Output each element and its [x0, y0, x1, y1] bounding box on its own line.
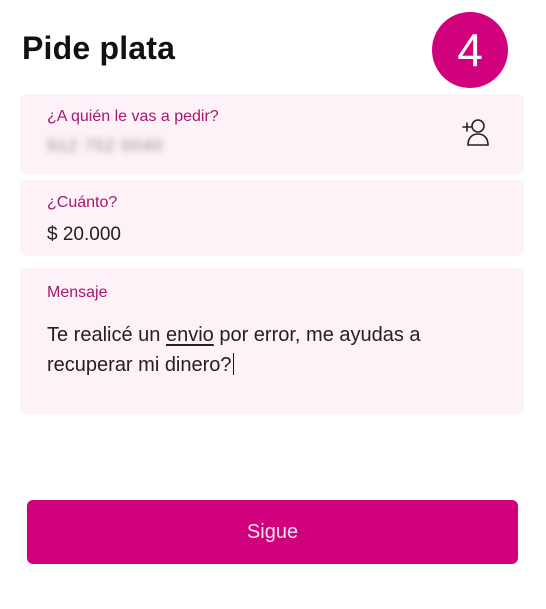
message-textarea[interactable]: Te realicé un envio por error, me ayudas… — [47, 320, 507, 380]
amount-value[interactable]: $ 20.000 — [47, 224, 121, 246]
message-text-start: Te realicé un — [47, 324, 166, 346]
recipient-label: ¿A quién le vas a pedir? — [47, 108, 219, 125]
amount-field[interactable]: ¿Cuánto? $ 20.000 — [20, 180, 524, 256]
text-cursor — [232, 353, 235, 375]
add-contact-icon — [462, 119, 489, 146]
message-label: Mensaje — [47, 284, 108, 301]
page-title: Pide plata — [22, 30, 176, 66]
contact-picker-button[interactable] — [456, 114, 496, 150]
recipient-field[interactable]: ¿A quién le vas a pedir? 912 752 0040 — [20, 94, 524, 174]
message-field[interactable]: Mensaje Te realicé un envio por error, m… — [20, 268, 524, 414]
continue-button[interactable]: Sigue — [27, 500, 518, 564]
message-misspelled-word: envio — [165, 324, 214, 346]
step-badge: 4 — [432, 12, 508, 88]
recipient-phone-value[interactable]: 912 752 0040 — [47, 136, 163, 156]
amount-label: ¿Cuánto? — [47, 194, 118, 211]
